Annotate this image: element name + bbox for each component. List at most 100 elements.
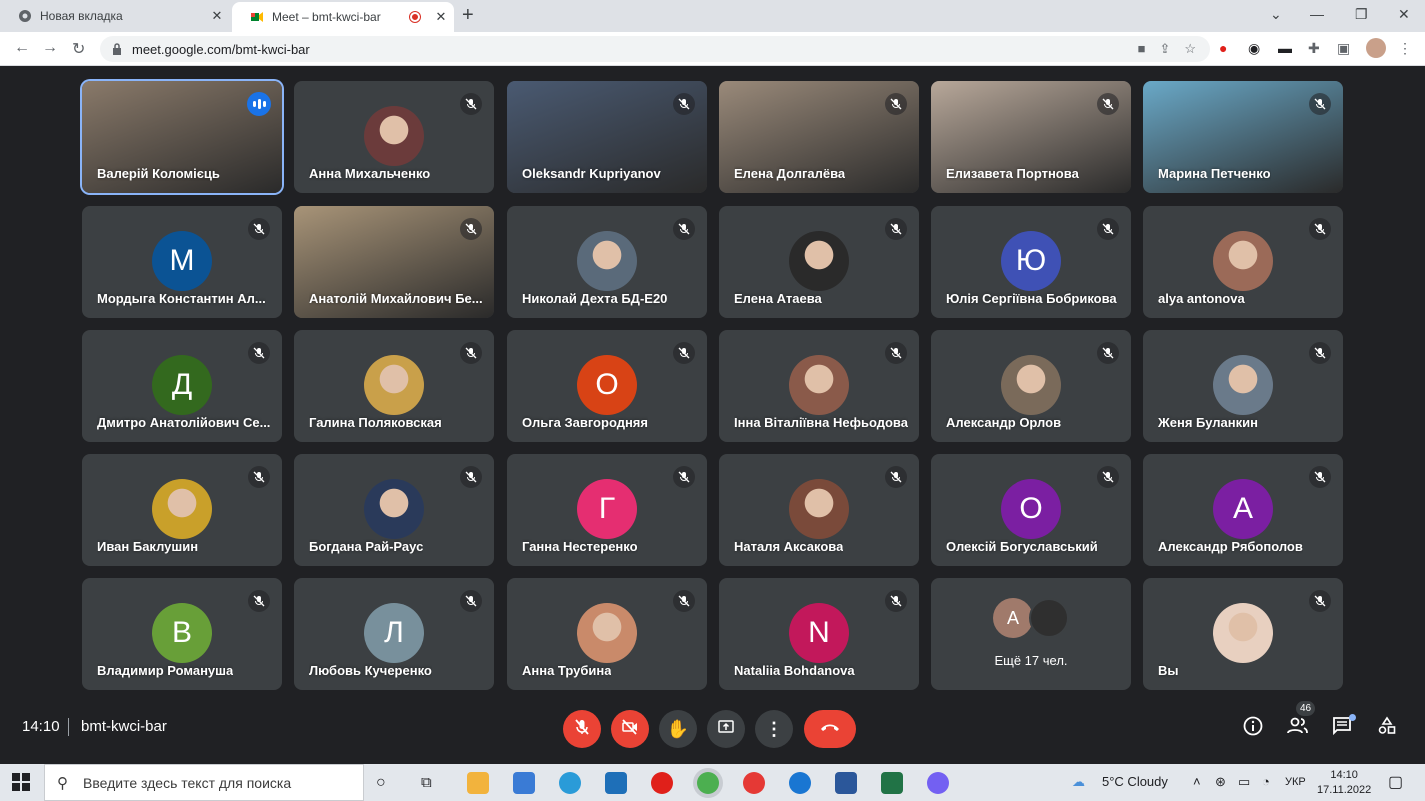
participant-tile[interactable]: В Владимир Романуша <box>82 578 282 690</box>
participant-tile[interactable]: Ю Юлія Сергіївна Бобрикова <box>931 206 1131 318</box>
opera-extension-icon[interactable]: ● <box>1219 40 1227 56</box>
profile-avatar[interactable] <box>1366 38 1386 58</box>
sidepanel-icon[interactable]: ▣ <box>1337 40 1350 57</box>
taskbar-clock[interactable]: 14:10 17.11.2022 <box>1317 768 1371 798</box>
extension-icon[interactable]: ◉ <box>1248 40 1260 57</box>
leave-call-button[interactable] <box>804 710 856 748</box>
participant-tile[interactable]: Елизавета Портнова <box>931 81 1131 193</box>
participant-tile[interactable]: Елена Долгалёва <box>719 81 919 193</box>
participant-tile[interactable]: Анатолій Михайлович Бе... <box>294 206 494 318</box>
restore-icon[interactable]: ❐ <box>1355 6 1368 23</box>
participant-tile[interactable]: Марина Петченко <box>1143 81 1343 193</box>
participant-tile[interactable]: Николай Дехта БД-Е20 <box>507 206 707 318</box>
wifi-icon[interactable]: ◔ <box>1262 774 1270 789</box>
camera-button[interactable] <box>611 710 649 748</box>
participant-avatar <box>789 231 849 291</box>
tab-search-icon[interactable]: ⌄ <box>1270 6 1282 23</box>
pc-icon[interactable] <box>605 772 627 794</box>
chat-button[interactable] <box>1330 714 1356 740</box>
app-icon[interactable] <box>743 772 765 794</box>
participant-tile[interactable]: alya antonova <box>1143 206 1343 318</box>
camera-icon[interactable]: ■ <box>1138 41 1146 57</box>
opera-icon[interactable] <box>651 772 673 794</box>
people-button[interactable] <box>1286 716 1310 740</box>
raise-hand-button[interactable]: ✋ <box>659 710 697 748</box>
viber-icon[interactable] <box>927 772 949 794</box>
participant-tile[interactable]: Анна Михальченко <box>294 81 494 193</box>
excel-icon[interactable] <box>881 772 903 794</box>
search-icon: ⚲ <box>57 775 68 792</box>
tab-meet[interactable]: Meet – bmt-kwci-bar ✕ <box>232 2 454 32</box>
file-explorer-icon[interactable] <box>467 772 489 794</box>
participant-tile[interactable]: Наталя Аксакова <box>719 454 919 566</box>
participant-tile[interactable]: Л Любовь Кучеренко <box>294 578 494 690</box>
participant-tile[interactable]: М Мордыга Константин Ал... <box>82 206 282 318</box>
participant-tile[interactable]: Г Ганна Нестеренко <box>507 454 707 566</box>
present-button[interactable] <box>707 710 745 748</box>
participant-name: Женя Буланкин <box>1158 415 1258 430</box>
task-view-icon[interactable]: ⧉ <box>421 774 443 796</box>
close-window-icon[interactable]: ✕ <box>1398 6 1410 23</box>
network-icon[interactable]: ⊛ <box>1215 774 1226 790</box>
notifications-icon[interactable]: ▢ <box>1388 772 1403 792</box>
cortana-icon[interactable]: ○ <box>376 774 398 796</box>
participant-tile[interactable]: Oleksandr Kupriyanov <box>507 81 707 193</box>
more-participants-tile[interactable]: А Ещё 17 чел. <box>931 578 1131 690</box>
weather-text[interactable]: 5°C Cloudy <box>1102 774 1168 789</box>
word-icon[interactable] <box>835 772 857 794</box>
call-end-icon <box>819 720 841 738</box>
edge-icon[interactable] <box>559 772 581 794</box>
mask-extension-icon[interactable]: ▬ <box>1278 40 1292 56</box>
ccleaner-icon[interactable] <box>789 772 811 794</box>
battery-icon[interactable]: ▭ <box>1238 774 1250 790</box>
taskbar-search-box[interactable]: ⚲ Введите здесь текст для поиска <box>44 764 364 801</box>
participant-tile[interactable]: Женя Буланкин <box>1143 330 1343 442</box>
language-indicator[interactable]: УКР <box>1285 776 1306 788</box>
participant-tile[interactable]: Вы <box>1143 578 1343 690</box>
participant-avatar <box>789 355 849 415</box>
puzzle-icon[interactable]: ✚ <box>1308 40 1320 57</box>
tab-new-tab[interactable]: Новая вкладка ✕ <box>0 0 230 32</box>
participant-tile[interactable]: Богдана Рай-Раус <box>294 454 494 566</box>
participant-tile[interactable]: О Олексій Богуславський <box>931 454 1131 566</box>
menu-kebab-icon[interactable]: ⋮ <box>1398 40 1412 57</box>
participant-tile[interactable]: Анна Трубина <box>507 578 707 690</box>
windows-start-icon[interactable] <box>12 773 34 795</box>
meeting-controls-bar: 14:10 bmt-kwci-bar ✋ ⋮ 46 <box>0 700 1425 760</box>
participant-tile[interactable]: О Ольга Завгородняя <box>507 330 707 442</box>
participant-avatar <box>364 479 424 539</box>
chrome-taskbar-icon[interactable] <box>697 772 719 794</box>
reload-icon[interactable]: ↻ <box>72 39 85 59</box>
participant-tile[interactable]: А Александр Рябополов <box>1143 454 1343 566</box>
tray-chevron-icon[interactable]: ˄ <box>1193 774 1201 789</box>
participant-tile[interactable]: Валерій Коломієць <box>82 81 282 193</box>
participant-tile[interactable]: Александр Орлов <box>931 330 1131 442</box>
new-tab-icon[interactable]: + <box>462 4 474 27</box>
participant-tile[interactable]: Елена Атаева <box>719 206 919 318</box>
participant-tile[interactable]: Д Дмитро Анатолійович Се... <box>82 330 282 442</box>
participant-tile[interactable]: Иван Баклушин <box>82 454 282 566</box>
participant-name: Дмитро Анатолійович Се... <box>97 415 271 430</box>
participant-avatar <box>364 106 424 166</box>
participant-tile[interactable]: N Nataliia Bohdanova <box>719 578 919 690</box>
participant-avatar <box>577 603 637 663</box>
participant-tile[interactable]: Галина Поляковская <box>294 330 494 442</box>
url-bar[interactable]: meet.google.com/bmt-kwci-bar ■ ⇪ ☆ <box>100 36 1210 62</box>
more-options-button[interactable]: ⋮ <box>755 710 793 748</box>
share-icon[interactable]: ⇪ <box>1159 41 1170 57</box>
tab-title: Новая вкладка <box>40 9 123 23</box>
microphone-button[interactable] <box>563 710 601 748</box>
participant-avatar <box>577 231 637 291</box>
activities-button[interactable] <box>1375 716 1399 740</box>
close-tab-icon[interactable]: ✕ <box>204 8 230 24</box>
back-icon[interactable]: ← <box>14 39 30 57</box>
close-tab-icon[interactable]: ✕ <box>428 9 454 25</box>
bookmark-star-icon[interactable]: ☆ <box>1184 41 1196 57</box>
forward-icon[interactable]: → <box>42 39 58 57</box>
minimize-icon[interactable]: — <box>1310 6 1324 22</box>
mic-off-icon <box>1309 590 1331 612</box>
store-icon[interactable] <box>513 772 535 794</box>
meeting-details-button[interactable] <box>1241 716 1265 740</box>
participant-tile[interactable]: Інна Віталіївна Нефьодова <box>719 330 919 442</box>
search-placeholder: Введите здесь текст для поиска <box>83 774 292 791</box>
